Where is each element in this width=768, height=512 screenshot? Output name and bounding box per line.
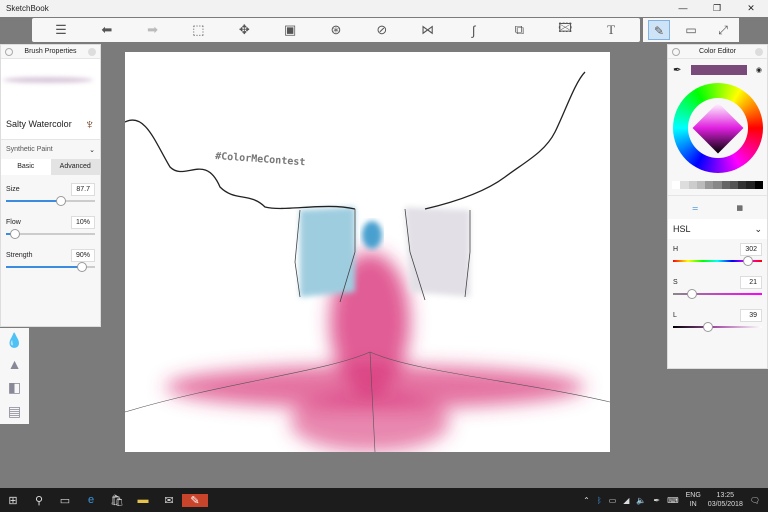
selection-icon[interactable]: ⬚: [187, 22, 209, 38]
image-icon[interactable]: 🖾: [554, 19, 576, 41]
taskbar: ⊞ ⚲ ▭ e 🛍 ▬ ✉ ✎ ⌃ ᛒ ▭ ◢ 🔈 ✒ ⌨ ENG IN 13:2…: [0, 488, 768, 512]
brush-tabs: Basic Advanced: [1, 159, 100, 175]
file-explorer-icon[interactable]: ▬: [130, 494, 156, 506]
chevron-up-icon[interactable]: ⌃: [583, 496, 590, 505]
strength-label: Strength: [6, 252, 33, 259]
store-icon[interactable]: 🛍: [104, 494, 130, 507]
panel-pin-icon[interactable]: [5, 47, 13, 56]
keyboard-icon[interactable]: ⌨: [667, 496, 679, 505]
brush-panel-title: Brush Properties: [24, 48, 77, 55]
brush-tool-icon[interactable]: ✎: [648, 20, 670, 40]
eraser-block-icon[interactable]: ▤: [8, 403, 21, 420]
panel-close-icon[interactable]: [755, 47, 763, 56]
s-input[interactable]: 21: [740, 276, 762, 289]
panel-close-icon[interactable]: [88, 47, 96, 56]
close-button[interactable]: ✕: [734, 3, 768, 14]
pen-icon[interactable]: ✒: [653, 496, 660, 505]
grayscale-swatches[interactable]: [672, 181, 763, 189]
windows-start-icon[interactable]: ⊞: [0, 494, 26, 507]
hashtag-text: #ColorMeContest: [215, 151, 306, 168]
flow-slider[interactable]: [6, 229, 95, 239]
stroke-icon[interactable]: ∫: [463, 23, 485, 38]
current-color-swatch[interactable]: [690, 65, 747, 75]
edge-icon[interactable]: e: [78, 494, 104, 506]
chevron-down-icon: ⌄: [754, 223, 762, 234]
color-mode-dropdown[interactable]: HSL ⌄: [668, 219, 767, 239]
brush-palette: 💧 ▲ ◧ ▤: [0, 328, 29, 424]
redo-icon[interactable]: ➡: [142, 22, 164, 38]
minimize-button[interactable]: —: [666, 3, 700, 14]
sliders-icon[interactable]: ⚌: [692, 204, 698, 212]
color-mode: HSL: [673, 224, 691, 234]
brush-preview: [1, 59, 100, 109]
color-wheel[interactable]: [672, 83, 763, 173]
menu-list-icon[interactable]: ☰: [50, 22, 72, 38]
blend-icon[interactable]: ⊛: [325, 22, 347, 38]
h-label: H: [673, 246, 679, 253]
search-icon[interactable]: ⚲: [26, 494, 52, 507]
lightness-slider[interactable]: [673, 322, 762, 332]
transform-icon[interactable]: ✥: [233, 22, 255, 38]
window-icon[interactable]: ▭: [680, 20, 702, 40]
right-toolbar: ✎ ▭ ⤢: [643, 18, 739, 42]
panel-pin-icon[interactable]: [672, 47, 680, 56]
blue-face: [300, 207, 355, 297]
text-icon[interactable]: T: [600, 22, 622, 38]
grey-face: [405, 207, 470, 297]
chevron-down-icon: ⌄: [89, 146, 95, 154]
brush-category-dropdown[interactable]: Synthetic Paint ⌄: [1, 139, 100, 159]
color-panel-title: Color Editor: [699, 48, 736, 55]
volume-icon[interactable]: 🔈: [636, 496, 646, 505]
l-label: L: [673, 312, 677, 319]
task-view-icon[interactable]: ▭: [52, 494, 78, 507]
size-input[interactable]: 87.7: [71, 183, 95, 196]
brush-name: Salty Watercolor: [6, 119, 72, 129]
flow-input[interactable]: 10%: [70, 216, 95, 229]
symmetry-icon[interactable]: ⋈: [417, 22, 439, 38]
eyedropper-icon[interactable]: ✒: [673, 65, 681, 76]
pink-watercolor: [165, 252, 585, 452]
layers-icon[interactable]: ▣: [279, 22, 301, 38]
title-bar: SketchBook — ❐ ✕: [0, 0, 768, 17]
fullscreen-icon[interactable]: ⤢: [712, 20, 734, 40]
drop-brush-icon[interactable]: 💧: [6, 332, 23, 349]
artwork: #ColorMeContest: [125, 71, 610, 452]
brush-properties-panel: Brush Properties Salty Watercolor ♆ Synth…: [0, 44, 101, 327]
flow-label: Flow: [6, 219, 21, 226]
ruler-icon[interactable]: ⊘: [371, 22, 393, 38]
saturation-slider[interactable]: [673, 289, 762, 299]
maximize-button[interactable]: ❐: [700, 3, 734, 14]
strength-slider[interactable]: [6, 262, 95, 272]
notifications-icon[interactable]: 🗨: [750, 496, 760, 505]
eraser-icon[interactable]: ◧: [8, 379, 21, 396]
size-slider[interactable]: [6, 196, 95, 206]
mail-icon[interactable]: ✉: [156, 494, 182, 507]
app-title: SketchBook: [6, 4, 49, 13]
color-options-icon[interactable]: ◉: [756, 66, 762, 74]
main-toolbar: ☰ ⬅ ➡ ⬚ ✥ ▣ ⊛ ⊘ ⋈ ∫ ⧉ 🖾 T: [32, 18, 640, 42]
swatch-grid-icon[interactable]: ▦: [736, 204, 743, 212]
cone-brush-icon[interactable]: ▲: [8, 356, 22, 372]
drawing-canvas[interactable]: #ColorMeContest: [125, 52, 610, 452]
l-input[interactable]: 39: [740, 309, 762, 322]
brush-icon[interactable]: ♆: [85, 116, 96, 132]
undo-icon[interactable]: ⬅: [96, 22, 118, 38]
color-editor-panel: Color Editor ✒ ◉ ⚌ ▦ HSL ⌄ H 302 S 21 L 39: [667, 44, 768, 369]
hue-slider[interactable]: [673, 256, 762, 266]
brush-category: Synthetic Paint: [6, 146, 53, 153]
clock[interactable]: 13:25 03/05/2018: [708, 491, 743, 509]
size-label: Size: [6, 186, 20, 193]
bluetooth-icon[interactable]: ᛒ: [597, 496, 602, 505]
h-input[interactable]: 302: [740, 243, 762, 256]
hair-outline: [125, 71, 586, 210]
tab-basic[interactable]: Basic: [1, 159, 51, 175]
battery-icon[interactable]: ▭: [609, 496, 617, 505]
language-indicator[interactable]: ENG IN: [686, 491, 701, 509]
s-label: S: [673, 279, 678, 286]
wifi-icon[interactable]: ◢: [623, 496, 629, 505]
tab-advanced[interactable]: Advanced: [50, 159, 100, 175]
sketchbook-taskbar-icon[interactable]: ✎: [182, 493, 208, 507]
shapes-icon[interactable]: ⧉: [508, 22, 530, 38]
strength-input[interactable]: 90%: [70, 249, 95, 262]
